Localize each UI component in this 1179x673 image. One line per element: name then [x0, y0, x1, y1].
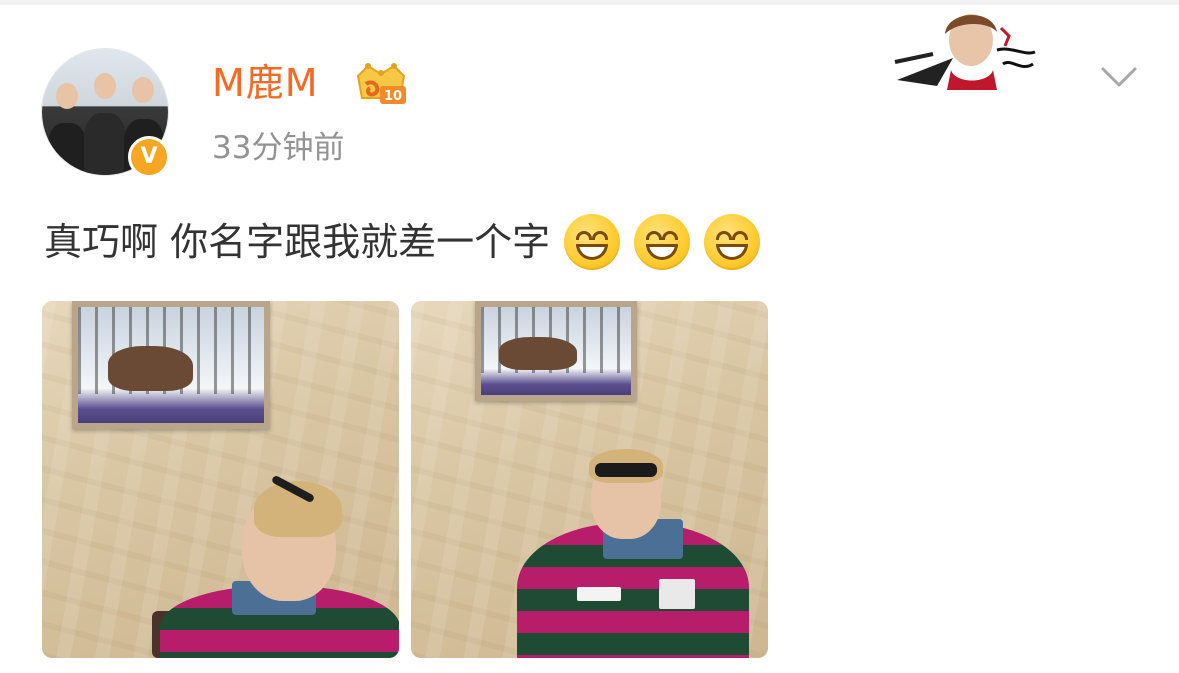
avatar-head-middle: [94, 73, 116, 99]
grinning-face-emoji-icon: [564, 214, 621, 270]
chevron-down-icon[interactable]: [1100, 62, 1138, 92]
post-photo-1[interactable]: [42, 301, 399, 658]
sunglasses: [595, 463, 657, 477]
avatar-head-right: [132, 77, 154, 103]
deer-painting: [475, 301, 637, 401]
deer-painting: [72, 301, 270, 429]
grinning-face-emoji-icon: [704, 214, 761, 270]
post-time: 33分钟前: [212, 130, 345, 166]
grinning-face-emoji-icon: [634, 214, 691, 270]
shirt-patch: [577, 587, 621, 601]
avatar-head-left: [56, 83, 78, 109]
shirt-patch: [659, 579, 695, 609]
vip-level: 10: [384, 89, 402, 104]
post-photo-2[interactable]: [411, 301, 768, 658]
avatar-person-middle: [84, 113, 126, 175]
promo-sticker-icon[interactable]: [893, 6, 1043, 90]
post-text: 真巧啊 你名字跟我就差一个字: [44, 220, 551, 264]
username[interactable]: M鹿M: [212, 58, 319, 108]
top-divider: [0, 0, 1179, 5]
verified-badge-icon: V: [128, 136, 170, 178]
crown-vip-badge-icon[interactable]: 10: [352, 60, 410, 108]
avatar-person-left: [48, 123, 86, 175]
post-content: 真巧啊 你名字跟我就差一个字: [44, 212, 761, 272]
